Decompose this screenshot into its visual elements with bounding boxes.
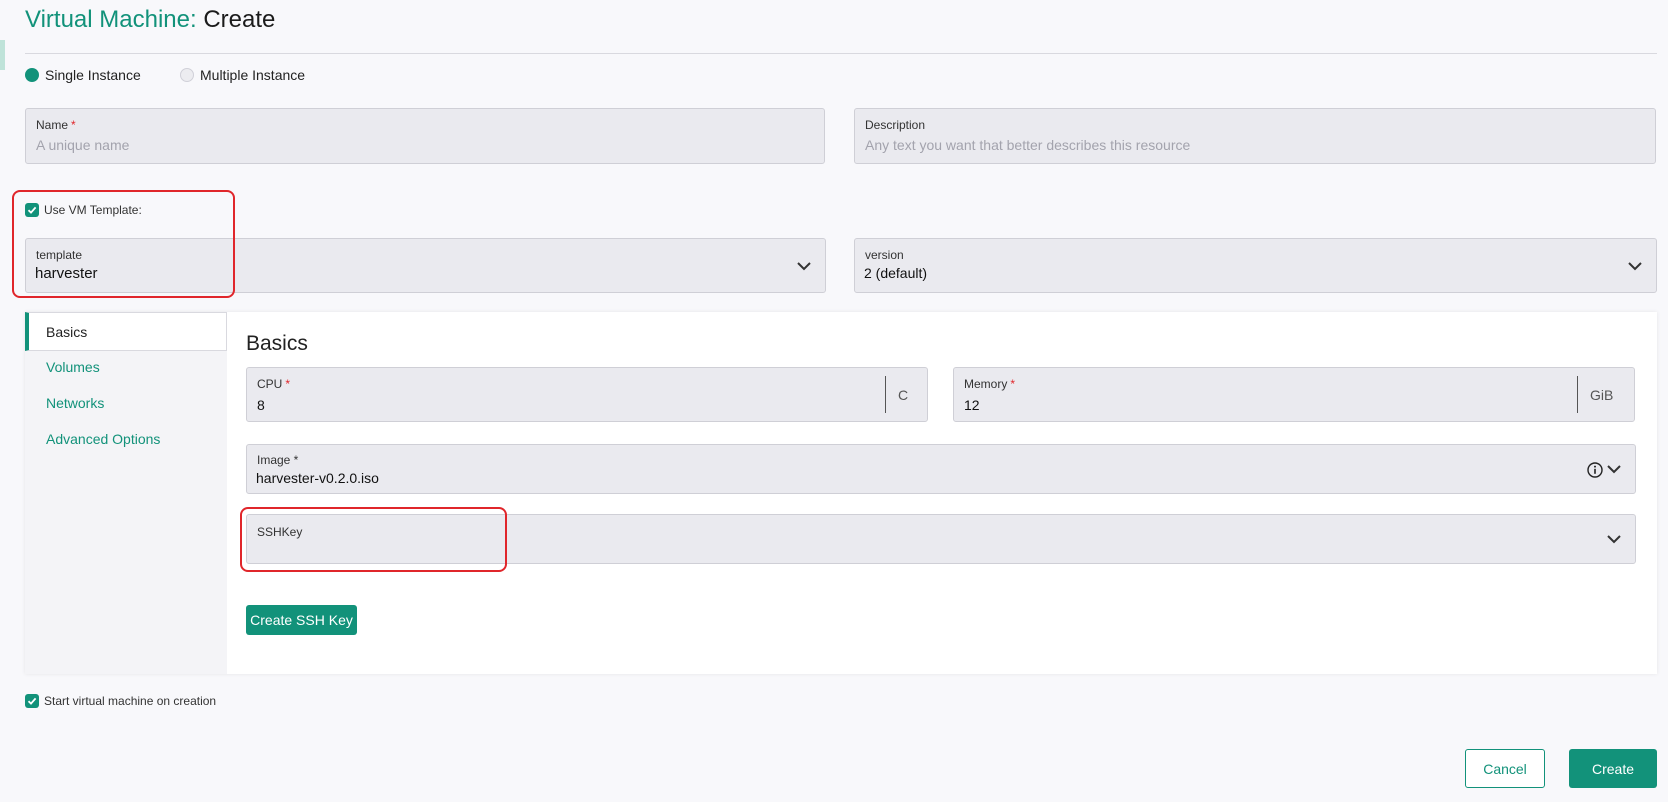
sidebar-item-basics[interactable]: Basics bbox=[25, 312, 227, 351]
info-icon[interactable] bbox=[1587, 462, 1603, 478]
sidebar-item-label: Volumes bbox=[46, 359, 100, 375]
image-select[interactable]: Image * harvester-v0.2.0.iso bbox=[246, 444, 1636, 494]
name-field-label: Name * bbox=[36, 118, 76, 132]
chevron-down-icon bbox=[1628, 261, 1642, 270]
cpu-field-label: CPU * bbox=[257, 377, 291, 391]
radio-unselected-icon bbox=[180, 68, 194, 82]
sidebar-item-label: Basics bbox=[46, 323, 88, 340]
memory-unit: GiB bbox=[1577, 376, 1613, 413]
memory-field-value: 12 bbox=[964, 397, 980, 413]
page-title-action: Create bbox=[203, 6, 276, 33]
radio-single-instance-label: Single Instance bbox=[45, 67, 141, 83]
cpu-unit: C bbox=[885, 376, 908, 413]
memory-field-label: Memory * bbox=[964, 377, 1016, 391]
left-accent-bar bbox=[0, 40, 5, 70]
title-divider bbox=[25, 53, 1657, 54]
chevron-down-icon bbox=[1607, 535, 1621, 544]
description-field[interactable]: Description Any text you want that bette… bbox=[854, 108, 1656, 164]
radio-selected-icon bbox=[25, 68, 39, 82]
version-select-value: 2 (default) bbox=[864, 265, 928, 281]
template-highlight-box bbox=[12, 190, 235, 298]
start-on-creation-checkbox[interactable]: Start virtual machine on creation bbox=[25, 694, 216, 708]
radio-single-instance[interactable]: Single Instance bbox=[25, 67, 141, 83]
radio-multiple-instance[interactable]: Multiple Instance bbox=[180, 67, 305, 83]
chevron-down-icon bbox=[1607, 465, 1621, 474]
description-field-label: Description bbox=[865, 118, 926, 132]
create-button[interactable]: Create bbox=[1569, 749, 1657, 788]
page-title: Virtual Machine: Create bbox=[25, 6, 275, 34]
page-title-prefix: Virtual Machine: bbox=[25, 6, 197, 33]
cpu-field[interactable]: CPU * 8 C bbox=[246, 367, 928, 422]
cpu-field-value: 8 bbox=[257, 397, 265, 413]
checkbox-checked-icon bbox=[25, 694, 39, 708]
image-select-label: Image * bbox=[257, 453, 299, 467]
description-field-placeholder: Any text you want that better describes … bbox=[865, 137, 1191, 153]
start-on-creation-label: Start virtual machine on creation bbox=[44, 694, 217, 708]
sidebar-item-networks[interactable]: Networks bbox=[25, 384, 227, 422]
sidebar-item-volumes[interactable]: Volumes bbox=[25, 348, 227, 386]
version-select-label: version bbox=[865, 248, 904, 262]
sshkey-highlight-box bbox=[240, 507, 507, 572]
config-sidebar: Basics Volumes Networks Advanced Options bbox=[25, 312, 227, 674]
name-field[interactable]: Name * A unique name bbox=[25, 108, 825, 164]
sidebar-item-advanced-options[interactable]: Advanced Options bbox=[25, 420, 227, 458]
create-ssh-key-button[interactable]: Create SSH Key bbox=[246, 605, 357, 635]
sidebar-item-label: Networks bbox=[46, 395, 105, 411]
image-select-value: harvester-v0.2.0.iso bbox=[256, 470, 379, 486]
memory-field[interactable]: Memory * 12 GiB bbox=[953, 367, 1635, 422]
chevron-down-icon bbox=[797, 261, 811, 270]
radio-multiple-instance-label: Multiple Instance bbox=[200, 67, 306, 83]
cancel-button[interactable]: Cancel bbox=[1465, 749, 1545, 788]
name-field-placeholder: A unique name bbox=[36, 137, 130, 153]
section-title: Basics bbox=[246, 332, 308, 355]
sidebar-item-label: Advanced Options bbox=[46, 431, 161, 447]
version-select[interactable]: version 2 (default) bbox=[854, 238, 1657, 293]
